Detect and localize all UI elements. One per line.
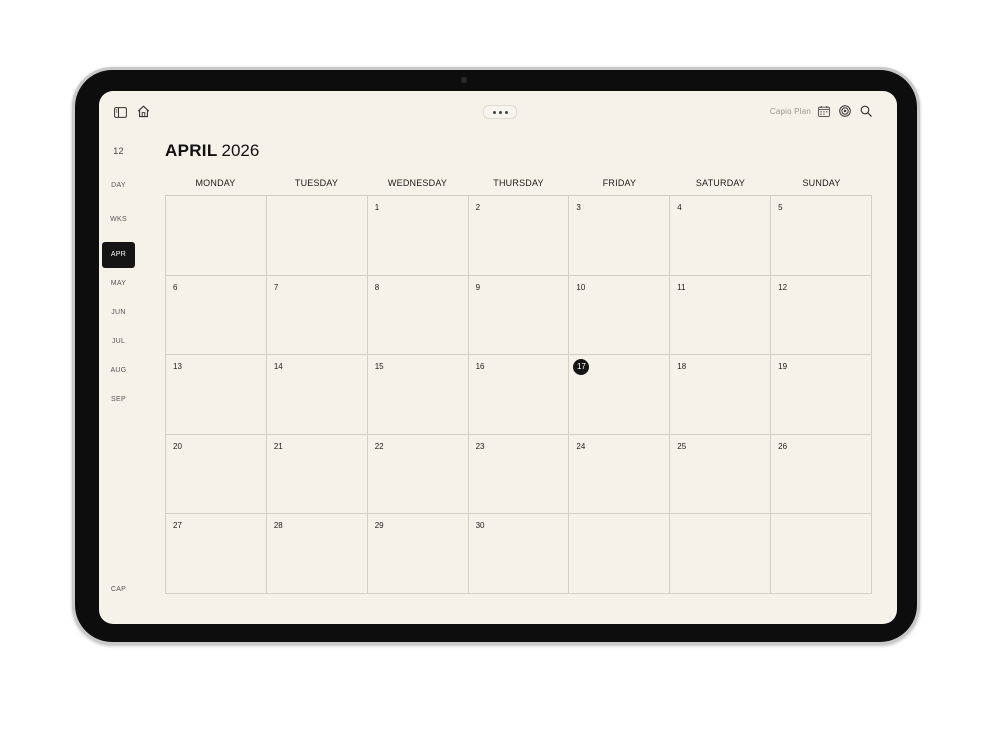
day-cell[interactable]: 11 [670, 275, 772, 356]
day-cell[interactable]: 30 [468, 514, 570, 594]
search-icon[interactable] [860, 105, 872, 117]
day-number: 19 [778, 362, 788, 372]
more-options-button[interactable] [483, 105, 517, 119]
nav-day[interactable]: DAY [102, 182, 135, 189]
nav-month-jun[interactable]: JUN [102, 309, 135, 316]
day-cell[interactable]: 1 [367, 196, 469, 276]
weekday-label: MONDAY [195, 178, 236, 188]
sidebar-toggle-icon[interactable] [114, 107, 127, 118]
day-cell[interactable]: 18 [670, 355, 772, 435]
day-cell[interactable]: 13 [166, 355, 267, 435]
day-number: 13 [173, 362, 182, 372]
day-cell[interactable]: 19 [771, 355, 872, 435]
empty-day-cell [569, 514, 671, 594]
day-number: 29 [374, 521, 384, 531]
weekday-label: SATURDAY [695, 178, 746, 188]
day-number: 1 [374, 203, 380, 212]
empty-day-cell [670, 514, 772, 594]
today-date-badge: 17 [573, 359, 590, 376]
day-number: 4 [677, 203, 682, 212]
day-cell[interactable]: 4 [670, 196, 772, 276]
month-grid: 1 2 3 4 5 6 7 8 9 10 11 12 13 14 15 16 17 18 19 20 21 22 23 24 2… [165, 195, 872, 594]
day-cell[interactable]: 10 [569, 275, 671, 356]
app-name-label: Capio Plan [769, 107, 811, 116]
day-number: 21 [273, 441, 283, 451]
nav-today-number[interactable]: 12 [102, 146, 135, 156]
day-number: 27 [173, 521, 182, 531]
day-number: 26 [778, 441, 788, 451]
day-number: 9 [475, 282, 481, 292]
home-icon[interactable] [137, 105, 150, 118]
day-number: 16 [475, 362, 485, 372]
day-cell[interactable]: 6 [166, 275, 267, 356]
target-icon[interactable] [839, 105, 851, 117]
day-number: 10 [576, 282, 586, 292]
day-cell[interactable]: 16 [468, 355, 570, 435]
day-cell[interactable]: 29 [367, 514, 469, 594]
app-screen: Capio Plan 12 DAY WKS APR MAY JUN JUL AU… [99, 91, 897, 624]
day-cell[interactable]: 25 [670, 434, 772, 515]
weekday-label: WEDNESDAY [387, 178, 448, 188]
day-number: 15 [374, 362, 384, 372]
day-cell[interactable]: 22 [367, 434, 469, 515]
day-number: 6 [173, 282, 178, 292]
day-cell[interactable]: 23 [468, 434, 570, 515]
empty-day-cell [166, 196, 267, 276]
nav-month-may[interactable]: MAY [102, 280, 135, 287]
day-cell[interactable]: 3 [569, 196, 671, 276]
day-number: 14 [273, 362, 283, 372]
page-title: APRIL 2026 [165, 141, 259, 161]
day-cell[interactable]: 7 [266, 275, 368, 356]
nav-month-sep[interactable]: SEP [102, 396, 135, 403]
month-name: APRIL [165, 141, 218, 160]
day-cell[interactable]: 28 [266, 514, 368, 594]
day-cell[interactable]: 15 [367, 355, 469, 435]
day-number: 11 [677, 282, 686, 292]
day-number: 28 [273, 521, 283, 531]
day-number: 8 [374, 282, 380, 292]
weekday-label: THURSDAY [493, 178, 544, 188]
day-cell[interactable]: 2 [468, 196, 570, 276]
day-number: 2 [475, 203, 481, 212]
empty-day-cell [771, 514, 872, 594]
weekday-header: MONDAY TUESDAY WEDNESDAY THURSDAY FRIDAY SATU… [165, 178, 872, 192]
day-number: 24 [576, 441, 586, 451]
day-number: 25 [677, 441, 687, 451]
day-cell[interactable]: 27 [166, 514, 267, 594]
day-cell[interactable]: 21 [266, 434, 368, 515]
nav-weeks[interactable]: WKS [102, 216, 135, 223]
more-dots-icon [492, 110, 496, 114]
day-cell[interactable]: 20 [166, 434, 267, 515]
day-number: 23 [475, 441, 485, 451]
day-number: 12 [778, 282, 788, 292]
calendar-icon[interactable] [818, 106, 830, 117]
day-number: 22 [374, 441, 384, 451]
weekday-label: FRIDAY [602, 178, 637, 188]
day-number: 18 [677, 362, 687, 372]
weekday-label: SUNDAY [802, 178, 841, 188]
nav-cap[interactable]: CAP [102, 586, 135, 593]
nav-month-aug[interactable]: AUG [102, 367, 135, 374]
year-label: 2026 [221, 141, 260, 160]
day-cell[interactable]: 9 [468, 275, 570, 356]
nav-month-jul[interactable]: JUL [102, 338, 135, 345]
day-number: 20 [173, 441, 182, 451]
day-cell[interactable]: 12 [771, 275, 872, 356]
day-cell[interactable]: 26 [771, 434, 872, 515]
front-camera [461, 77, 467, 83]
day-number: 30 [475, 521, 485, 531]
empty-day-cell [266, 196, 368, 276]
weekday-label: TUESDAY [294, 178, 339, 188]
nav-month-apr[interactable]: APR [102, 242, 135, 268]
day-cell[interactable]: 5 [771, 196, 872, 276]
day-cell[interactable]: 17 [569, 355, 671, 435]
day-number: 5 [778, 203, 783, 212]
day-number: 7 [273, 282, 279, 292]
day-cell[interactable]: 14 [266, 355, 368, 435]
day-number: 3 [576, 203, 581, 212]
day-cell[interactable]: 8 [367, 275, 469, 356]
day-cell[interactable]: 24 [569, 434, 671, 515]
